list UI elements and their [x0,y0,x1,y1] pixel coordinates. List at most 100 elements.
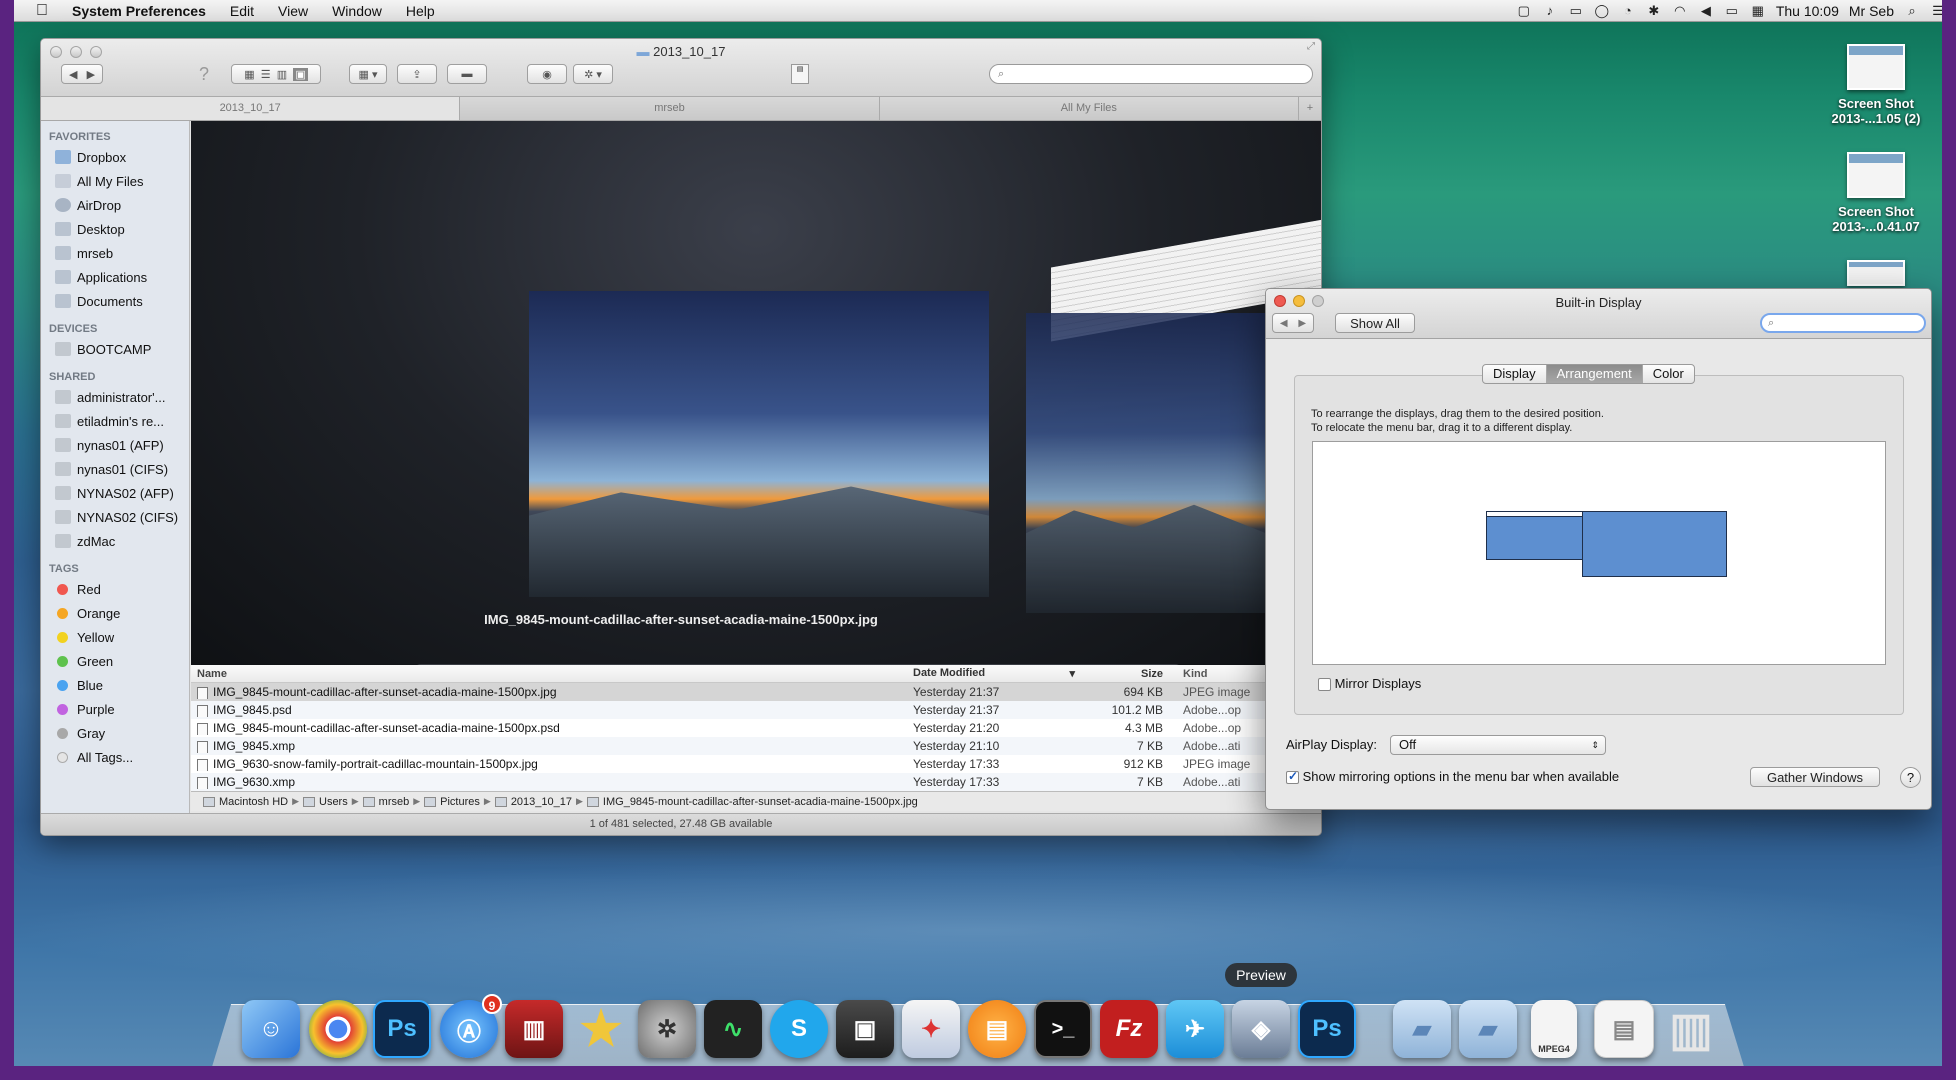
sidebar-item-shared[interactable]: administrator'... [41,385,189,409]
dropbox-menu-icon[interactable]: ▢ [1516,3,1532,18]
view-mode-buttons[interactable]: ▦ ☰ ▥ ▣ [231,64,321,84]
bluetooth-icon[interactable]: ✱ [1646,3,1662,18]
sidebar-item-shared[interactable]: nynas01 (CIFS) [41,457,189,481]
path-item[interactable]: Macintosh HD [219,796,288,808]
sidebar-tag-yellow[interactable]: Yellow [41,625,189,649]
path-item[interactable]: Pictures [440,796,480,808]
path-item[interactable]: 2013_10_17 [511,796,572,808]
photo-booth-dock-icon[interactable]: ▥ [505,1000,563,1058]
sidebar-item-shared[interactable]: etiladmin's re... [41,409,189,433]
built-in-display[interactable] [1582,511,1727,577]
activity-monitor-dock-icon[interactable]: ∿ [704,1000,762,1058]
trash-dock-icon[interactable]: ▥ [1662,1000,1720,1058]
sidebar-item-airdrop[interactable]: AirDrop [41,193,189,217]
menu-view[interactable]: View [266,3,320,19]
tab-color[interactable]: Color [1643,365,1694,383]
finder-dock-icon[interactable]: ☺ [242,1000,300,1058]
table-row[interactable]: IMG_9845-mount-cadillac-after-sunset-aca… [191,719,1321,737]
calendar-menu-icon[interactable]: ▦ [1750,3,1766,18]
menu-bar-indicator[interactable] [1487,512,1582,517]
forward-icon[interactable]: ▶ [1298,318,1306,329]
table-row[interactable]: IMG_9630.xmp Yesterday 17:33 7 KB Adobe.… [191,773,1321,791]
imovie-dock-icon[interactable]: ★ [572,1000,630,1058]
spotlight-search-icon[interactable]: ⌕ [1904,3,1920,18]
menu-help[interactable]: Help [394,3,447,19]
photoshop-dock-icon[interactable]: Ps [373,1000,431,1058]
coverflow-image-preview[interactable] [1026,313,1266,613]
quick-look-button[interactable]: ◉ [527,64,567,84]
sidebar-tag-red[interactable]: Red [41,577,189,601]
forward-icon[interactable]: ▶ [87,68,95,81]
skype-dock-icon[interactable]: S [770,1000,828,1058]
table-row[interactable]: IMG_9845.xmp Yesterday 21:10 7 KB Adobe.… [191,737,1321,755]
mirror-displays-option[interactable]: Mirror Displays [1318,676,1421,692]
gather-windows-button[interactable]: Gather Windows [1750,767,1880,787]
path-item[interactable]: IMG_9845-mount-cadillac-after-sunset-aca… [603,796,918,808]
column-name[interactable]: Name [191,668,913,680]
prefs-search-input[interactable]: ⌕ [1760,313,1926,333]
sidebar-item-desktop[interactable]: Desktop [41,217,189,241]
back-icon[interactable]: ◀ [69,68,77,81]
wifi-icon[interactable]: ◠ [1672,3,1688,18]
path-item[interactable]: mrseb [379,796,410,808]
help-button[interactable]: ? [1900,767,1921,788]
ibooks-dock-icon[interactable]: ▤ [968,1000,1026,1058]
notification-center-icon[interactable]: ☰ [1930,3,1946,18]
secondary-display[interactable] [1486,511,1583,560]
screen-sharing-dock-icon[interactable]: ▣ [836,1000,894,1058]
arrange-button[interactable]: ▦ ▾ [349,64,387,84]
sidebar-item-applications[interactable]: Applications [41,265,189,289]
sidebar-tag-blue[interactable]: Blue [41,673,189,697]
mpeg4-file-dock-icon[interactable]: MPEG4 [1531,1000,1577,1058]
table-row[interactable]: IMG_9630-snow-family-portrait-cadillac-m… [191,755,1321,773]
column-date-modified[interactable]: Date Modified ▾ [913,667,1083,680]
battery-icon[interactable]: ▭ [1724,3,1740,18]
show-all-button[interactable]: Show All [1335,313,1415,333]
menu-window[interactable]: Window [320,3,394,19]
applications-folder-dock-icon[interactable]: ▰ [1393,1000,1451,1058]
system-preferences-dock-icon[interactable]: ✲ [638,1000,696,1058]
column-size[interactable]: Size [1083,668,1173,680]
menu-edit[interactable]: Edit [218,3,266,19]
sidebar-tag-all[interactable]: All Tags... [41,745,189,769]
airplay-select[interactable]: Off ⇕ [1390,735,1606,755]
proxy-file-icon[interactable]: ▤ [791,64,809,84]
coverflow-selected-image[interactable] [529,291,989,597]
sidebar-item-shared[interactable]: NYNAS02 (CIFS) [41,505,189,529]
sidebar-item-bootcamp[interactable]: BOOTCAMP [41,337,189,361]
new-tab-button[interactable]: + [1298,97,1321,120]
chrome-dock-icon[interactable] [309,1000,367,1058]
photoshop-2-dock-icon[interactable]: Ps [1298,1000,1356,1058]
preview-app-dock-icon[interactable]: ◈ [1232,1000,1290,1058]
action-button[interactable]: ✲ ▾ [573,64,613,84]
filezilla-dock-icon[interactable]: Fz [1100,1000,1158,1058]
sidebar-tag-green[interactable]: Green [41,649,189,673]
tab-mrseb[interactable]: mrseb [460,97,880,120]
terminal-dock-icon[interactable]: >_ [1034,1000,1092,1058]
sidebar-item-shared[interactable]: nynas01 (AFP) [41,433,189,457]
app-store-dock-icon[interactable]: Ⓐ 9 [440,994,502,1058]
apple-menu-icon[interactable]:  [0,2,60,20]
volume-icon[interactable]: ◀ [1698,3,1714,18]
downloads-stack-dock-icon[interactable]: ▤ [1594,1000,1654,1058]
airplay-menu-icon[interactable]: ▭ [1568,3,1584,18]
sidebar-item-all-my-files[interactable]: All My Files [41,169,189,193]
sidebar-tag-purple[interactable]: Purple [41,697,189,721]
back-icon[interactable]: ◀ [1280,318,1288,329]
path-item[interactable]: Users [319,796,348,808]
coverflow-view-icon[interactable]: ▣ [293,67,308,81]
share-button[interactable]: ⇪ [397,64,437,84]
finder-search-input[interactable]: ⌕ [989,64,1313,84]
back-forward-buttons[interactable]: ◀ ▶ [1272,313,1314,333]
menu-clock[interactable]: Thu 10:09 [1776,3,1839,19]
sidebar-tag-gray[interactable]: Gray [41,721,189,745]
desktop-file-screenshot[interactable]: Screen Shot 2013-...1.05 (2) [1816,44,1936,126]
sidebar-item-dropbox[interactable]: Dropbox [41,145,189,169]
coverflow-area[interactable] [191,121,1321,665]
tags-button[interactable]: ▬ [447,64,487,84]
table-row[interactable]: IMG_9845-mount-cadillac-after-sunset-aca… [191,683,1321,701]
tab-all-my-files[interactable]: All My Files [879,97,1299,120]
help-icon[interactable]: ? [199,64,209,85]
menu-app-name[interactable]: System Preferences [60,3,218,19]
mirror-displays-checkbox[interactable] [1318,678,1331,692]
